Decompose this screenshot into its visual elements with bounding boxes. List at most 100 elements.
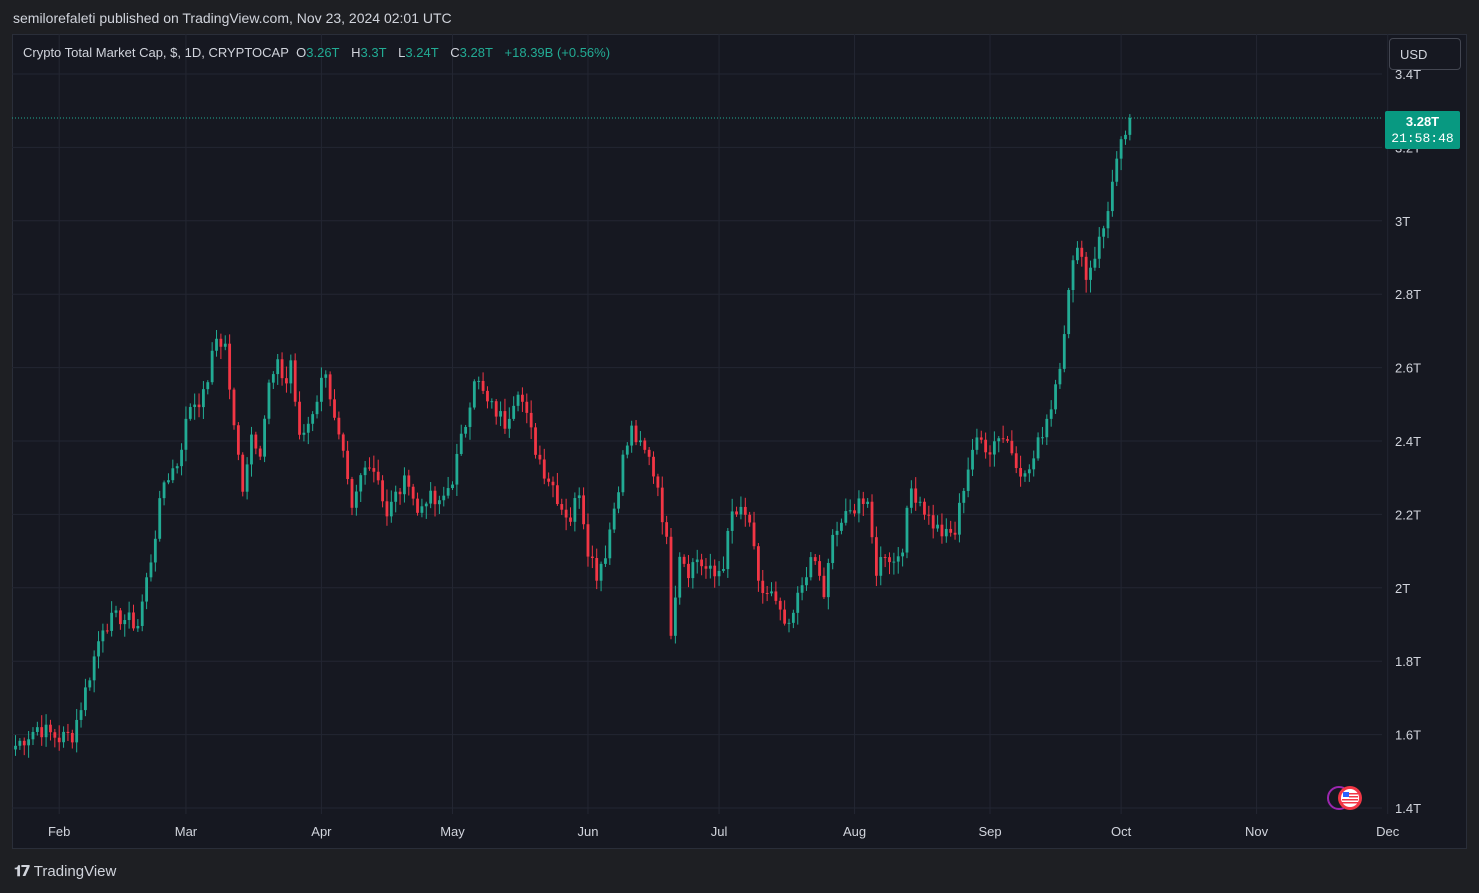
candle-body [800, 585, 804, 593]
candle-body [92, 656, 96, 681]
candle-body [1058, 368, 1062, 385]
candle-body [551, 481, 555, 486]
low-value: 3.24T [405, 45, 439, 60]
candle-body [547, 478, 551, 482]
candle-body [455, 453, 459, 485]
candle-body [324, 374, 328, 378]
candle-body [180, 449, 183, 467]
candle-body [866, 501, 870, 504]
candle-body [774, 591, 778, 601]
candle-body [1128, 118, 1132, 135]
candle-body [883, 557, 887, 559]
candle-body [420, 506, 424, 513]
candle-body [105, 630, 109, 632]
candle-body [223, 343, 227, 347]
candle-body [979, 437, 983, 440]
candle-body [625, 445, 629, 455]
candle-body [909, 488, 913, 508]
x-tick-label: Feb [48, 824, 70, 839]
candle-body [966, 469, 970, 491]
candle-body [813, 557, 817, 562]
candle-body [376, 471, 380, 481]
candle-body [586, 524, 590, 557]
x-tick-label: Sep [978, 824, 1001, 839]
candle-body [110, 612, 114, 631]
candle-body [555, 485, 559, 505]
candle-body [958, 502, 961, 535]
candle-body [346, 450, 350, 480]
candle-body [267, 382, 271, 419]
candle-body [363, 467, 367, 476]
candle-body [639, 440, 642, 443]
candle-body [577, 495, 581, 499]
candle-body [521, 394, 524, 402]
candle-body [333, 399, 336, 418]
candle-body [14, 745, 17, 750]
candle-body [971, 449, 974, 470]
candle-body [507, 418, 511, 429]
candle-body [503, 411, 507, 429]
candle-body [1027, 469, 1031, 474]
candle-body [604, 558, 607, 564]
candle-body [472, 381, 476, 408]
close-value: 3.28T [459, 45, 493, 60]
candle-body [219, 338, 223, 347]
candle-body [293, 360, 297, 402]
candle-body [752, 522, 756, 547]
candle-body [743, 506, 747, 515]
candle-body [822, 575, 826, 598]
x-tick-label: Mar [175, 824, 198, 839]
candle-body [153, 538, 157, 563]
high-label: H [351, 45, 361, 60]
candle-body [22, 740, 26, 746]
candle-body [451, 484, 454, 489]
candle-body [621, 454, 625, 493]
candle-body [236, 425, 240, 455]
candlestick-chart[interactable]: 1.4T1.6T1.8T2T2.2T2.4T2.6T2.8T3T3.2T3.4T… [12, 34, 1467, 849]
candle-body [184, 418, 188, 450]
candle-body [258, 448, 262, 457]
candle-body [582, 495, 585, 525]
candle-body [791, 612, 795, 623]
candle-body [464, 426, 468, 434]
candle-body [167, 480, 170, 483]
candle-body [1089, 267, 1092, 280]
y-tick-label: 2.8T [1395, 287, 1421, 302]
candle-body [372, 468, 376, 472]
candle-body [612, 508, 616, 530]
candle-body [298, 401, 301, 435]
candle-body [940, 524, 944, 537]
candle-body [1062, 334, 1066, 369]
candle-body [783, 609, 787, 624]
candle-body [1014, 453, 1018, 469]
candle-body [835, 530, 839, 535]
candle-body [984, 439, 988, 453]
candle-body [857, 498, 861, 514]
candle-body [132, 612, 135, 629]
y-tick-label: 2.2T [1395, 507, 1421, 522]
candle-body [1041, 437, 1044, 439]
candle-body [1067, 290, 1071, 335]
candle-body [57, 737, 61, 743]
candle-body [879, 557, 883, 576]
candle-body [88, 680, 92, 688]
candle-body [271, 374, 275, 383]
candle-body [398, 491, 402, 495]
footer-brand[interactable]: 𝟏𝟳 TradingView [14, 862, 116, 881]
candle-body [739, 506, 743, 515]
candle-body [757, 546, 760, 581]
bar-countdown: 21:58:48 [1391, 131, 1454, 146]
candle-body [1106, 211, 1110, 229]
candle-body [429, 490, 433, 504]
candle-body [197, 404, 201, 408]
y-tick-label: 2.6T [1395, 361, 1421, 376]
candle-body [525, 401, 529, 413]
candle-body [162, 482, 166, 499]
candle-body [210, 350, 214, 383]
candle-body [931, 515, 935, 529]
candle-body [158, 498, 162, 539]
currency-button[interactable]: USD [1389, 38, 1461, 70]
events-flag-icon[interactable] [1325, 784, 1371, 812]
candle-body [228, 343, 232, 390]
candle-body [660, 487, 664, 523]
